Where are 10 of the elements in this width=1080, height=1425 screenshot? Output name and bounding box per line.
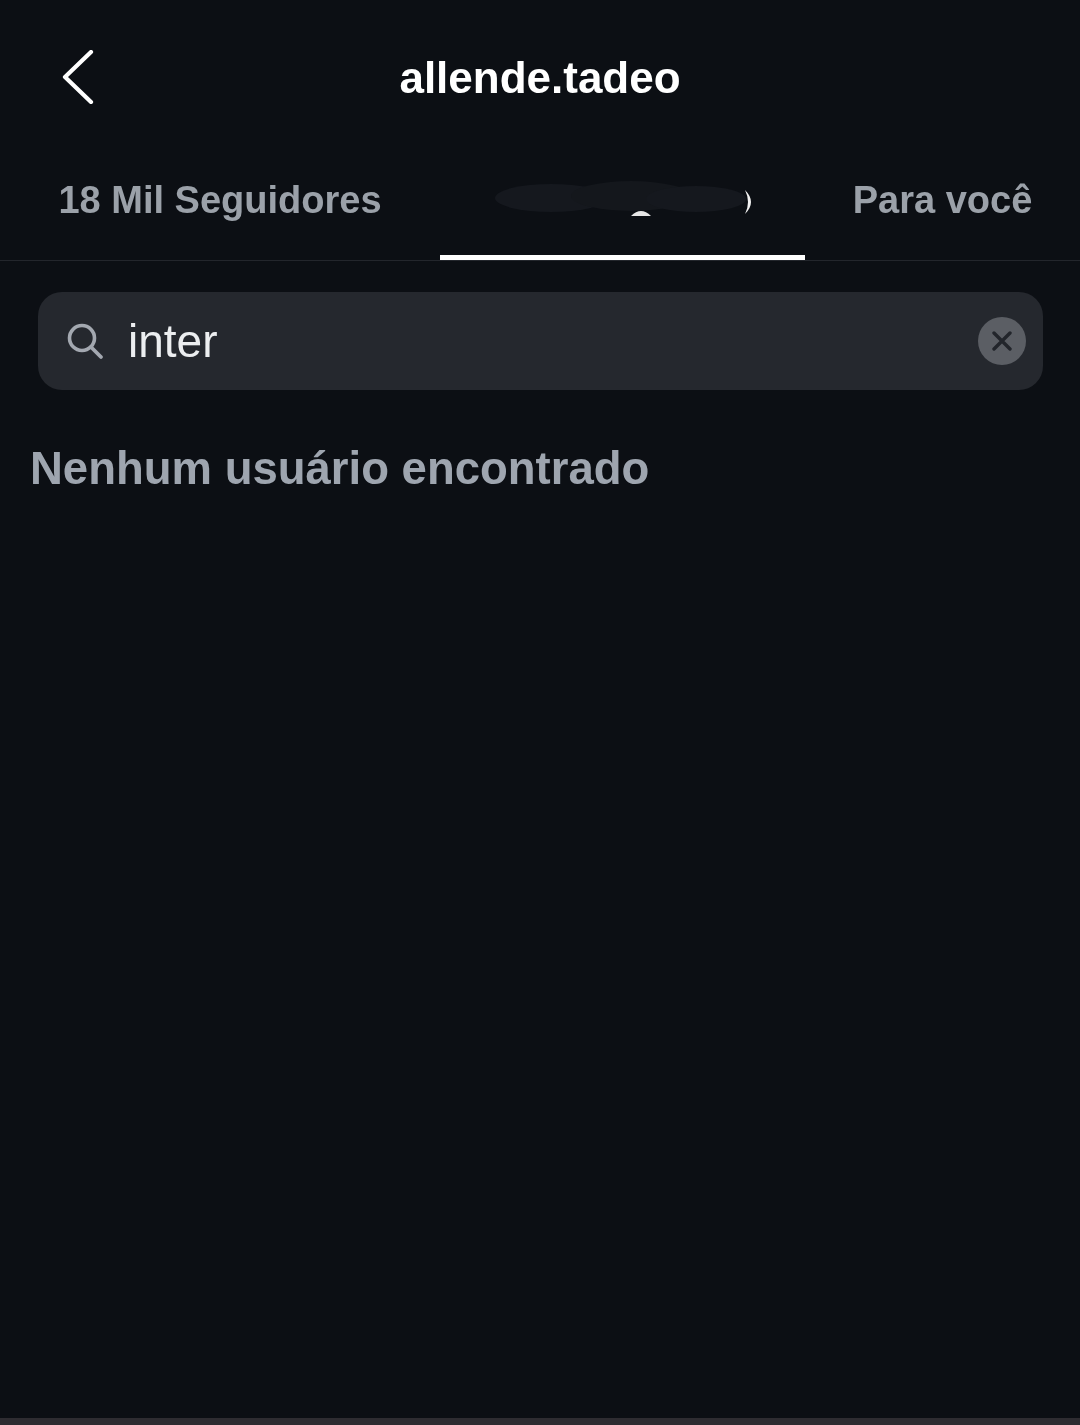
- search-icon: [66, 322, 104, 360]
- close-icon: [992, 331, 1012, 351]
- search-field[interactable]: inter: [38, 292, 1043, 390]
- tab[interactable]: Para você: [805, 155, 1080, 260]
- empty-state-message: Nenhum usuário encontrado: [30, 442, 650, 496]
- clear-button[interactable]: [978, 317, 1026, 365]
- profile-username: allende.tadeo: [399, 52, 681, 103]
- back-button[interactable]: [62, 49, 94, 104]
- tab[interactable]: 18 Mil Seguidores: [0, 155, 440, 260]
- back-icon: [62, 49, 94, 104]
